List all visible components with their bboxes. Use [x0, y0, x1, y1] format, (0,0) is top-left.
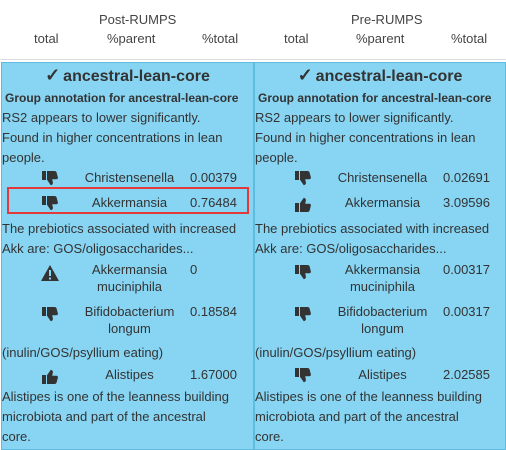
outro-text: Alistipes is one of the leanness buildin… [255, 389, 482, 444]
taxon-value: 0 [190, 262, 198, 277]
post-col-parent[interactable]: %parent [107, 31, 155, 46]
post-col-pct-total[interactable]: %total [202, 31, 238, 46]
thumbs-up-icon [40, 367, 60, 385]
intro-text: RS2 appears to lower significantly. Found… [255, 110, 476, 165]
panel-title[interactable]: ✓ ancestral-lean-core [2, 65, 253, 86]
header-divider [0, 59, 506, 60]
taxon-row[interactable]: Akkermansia 3.09596 [255, 194, 505, 214]
thumbs-down-icon [293, 170, 313, 188]
taxon-row[interactable]: Christensenella 0.00379 [2, 169, 252, 189]
taxon-row[interactable]: Bifidobacterium longum 0.00317 [255, 303, 505, 337]
panel-title[interactable]: ✓ ancestral-lean-core [255, 65, 505, 86]
thumbs-up-icon [293, 195, 313, 213]
taxon-row[interactable]: Bifidobacterium longum 0.18584 [2, 303, 252, 337]
taxon-name: Christensenella [84, 170, 175, 185]
taxon-value: 0.00317 [443, 262, 490, 277]
taxon-value: 2.02585 [443, 367, 490, 382]
prebiotic-text: The prebiotics associated with increased… [2, 221, 237, 256]
post-rumps-panel: ✓ ancestral-lean-core Group annotation fo… [1, 62, 254, 450]
taxon-name: Akkermansia muciniphila [91, 262, 168, 294]
taxon-row[interactable]: Akkermansia muciniphila 0 [2, 261, 252, 295]
taxon-value: 0.18584 [190, 304, 237, 319]
taxon-value: 0.02691 [443, 170, 490, 185]
thumbs-down-icon [40, 170, 60, 188]
post-col-total[interactable]: total [34, 31, 59, 46]
thumbs-down-icon [293, 306, 313, 324]
pre-rumps-panel: ✓ ancestral-lean-core Group annotation fo… [254, 62, 506, 450]
highlight-box [7, 187, 249, 214]
taxon-name: Bifidobacterium longum [84, 304, 175, 336]
pre-col-total[interactable]: total [284, 31, 309, 46]
warning-icon [40, 264, 60, 282]
pre-col-pct-total[interactable]: %total [451, 31, 487, 46]
taxon-name: Akkermansia muciniphila [344, 262, 421, 294]
taxon-value: 0.00317 [443, 304, 490, 319]
prebiotic-text: The prebiotics associated with increased… [255, 221, 490, 256]
checkmark-icon: ✓ [297, 65, 313, 85]
thumbs-down-icon [40, 306, 60, 324]
thumbs-down-icon [293, 264, 313, 282]
column-header: Post-RUMPS Pre-RUMPS total %parent %tota… [0, 0, 506, 60]
group-annotation-label: Group annotation for ancestral-lean-core [5, 91, 239, 105]
taxon-name: Alistipes [358, 367, 407, 382]
intro-text: RS2 appears to lower significantly. Found… [2, 110, 223, 165]
inulin-text: (inulin/GOS/psyllium eating) [255, 345, 417, 360]
taxon-value: 0.00379 [190, 170, 237, 185]
taxon-name: Alistipes [105, 367, 154, 382]
taxon-name: Christensenella [337, 170, 428, 185]
outro-text: Alistipes is one of the leanness buildin… [2, 389, 229, 444]
thumbs-down-icon [293, 367, 313, 385]
pre-col-parent[interactable]: %parent [356, 31, 404, 46]
pre-rumps-title: Pre-RUMPS [351, 12, 423, 27]
taxon-value: 1.67000 [190, 367, 237, 382]
checkmark-icon: ✓ [45, 65, 61, 85]
group-annotation-label: Group annotation for ancestral-lean-core [258, 91, 492, 105]
taxon-name: Akkermansia [344, 195, 421, 210]
taxon-row[interactable]: Alistipes 1.67000 [2, 366, 252, 386]
taxon-name: Bifidobacterium longum [337, 304, 428, 336]
taxon-row[interactable]: Akkermansia muciniphila 0.00317 [255, 261, 505, 295]
inulin-text: (inulin/GOS/psyllium eating) [2, 345, 164, 360]
taxon-row[interactable]: Christensenella 0.02691 [255, 169, 505, 189]
post-rumps-title: Post-RUMPS [99, 12, 177, 27]
taxon-value: 3.09596 [443, 195, 490, 210]
taxon-row[interactable]: Alistipes 2.02585 [255, 366, 505, 386]
